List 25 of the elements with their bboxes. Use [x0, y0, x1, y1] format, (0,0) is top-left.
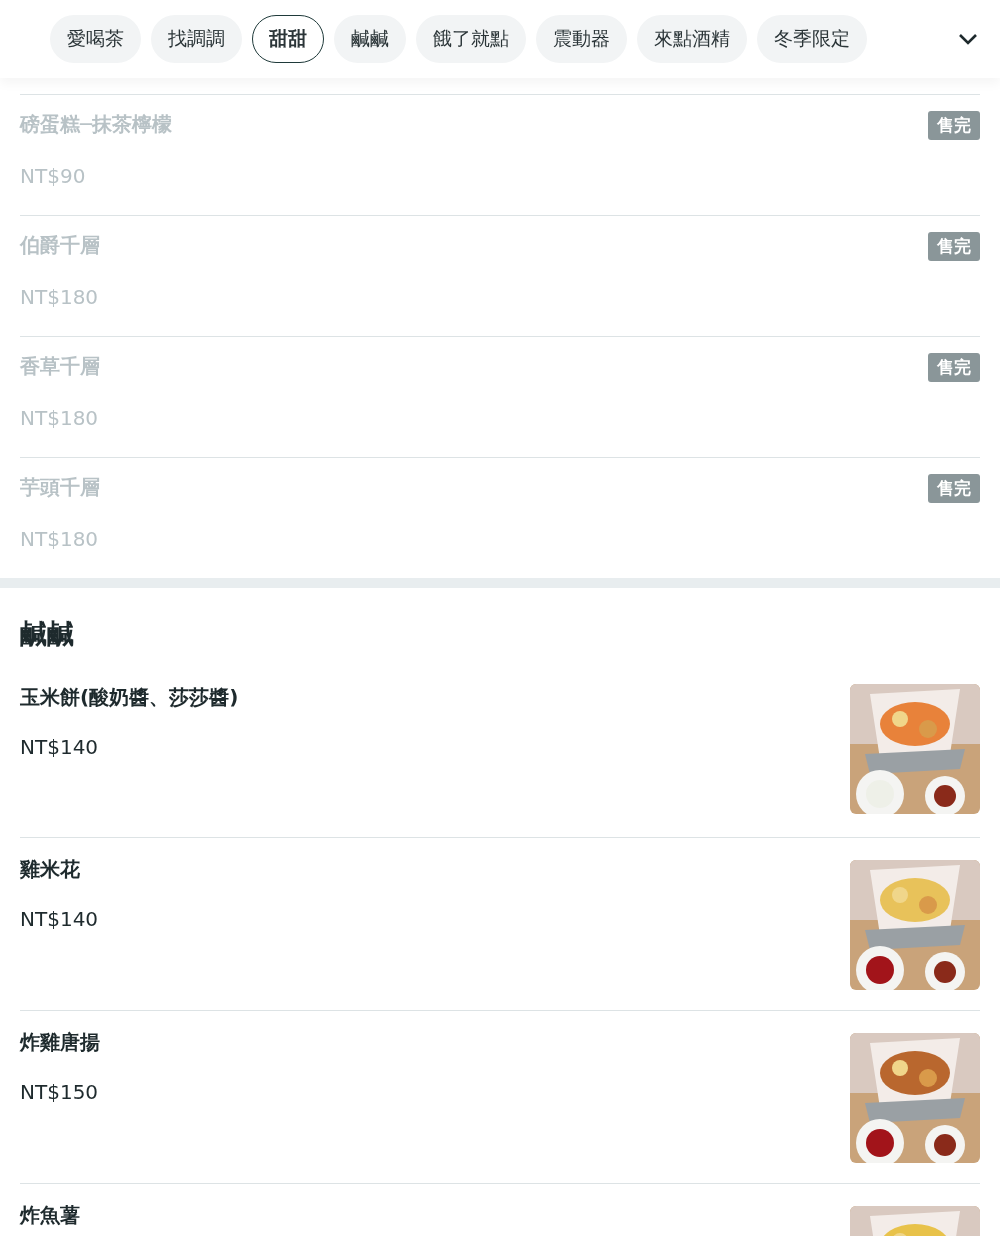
- item-price: NT$180: [20, 527, 100, 551]
- category-tab[interactable]: 愛喝茶: [50, 15, 141, 63]
- item-price: NT$180: [20, 285, 100, 309]
- sold-out-badge: 售完: [928, 353, 980, 382]
- item-price: NT$140: [20, 735, 100, 759]
- sold-out-badge: 售完: [928, 474, 980, 503]
- category-tab[interactable]: 震動器: [536, 15, 627, 63]
- item-name[interactable]: 雞米花: [20, 856, 99, 883]
- item-name[interactable]: 玉米餅(酸奶醬、莎莎醬): [20, 684, 239, 711]
- item-price: NT$180: [20, 406, 100, 430]
- sold-out-badge: 售完: [928, 232, 980, 261]
- category-tab[interactable]: 餓了就點: [416, 15, 526, 63]
- item-name[interactable]: 炸魚薯: [20, 1202, 80, 1229]
- chevron-down-icon[interactable]: [958, 33, 978, 45]
- category-tab[interactable]: 鹹鹹: [334, 15, 406, 63]
- section-title: 鹹鹹: [20, 617, 75, 651]
- item-price: NT$140: [20, 907, 99, 931]
- item-price: NT$90: [20, 164, 87, 188]
- sold-out-badge: 售完: [928, 111, 980, 140]
- category-tab[interactable]: 甜甜: [252, 15, 324, 63]
- category-tab[interactable]: 來點酒精: [637, 15, 747, 63]
- category-tab[interactable]: 冬季限定: [757, 15, 867, 63]
- item-price: NT$150: [20, 1080, 100, 1104]
- item-name[interactable]: 炸雞唐揚: [20, 1029, 100, 1056]
- category-tab[interactable]: 找調調: [151, 15, 242, 63]
